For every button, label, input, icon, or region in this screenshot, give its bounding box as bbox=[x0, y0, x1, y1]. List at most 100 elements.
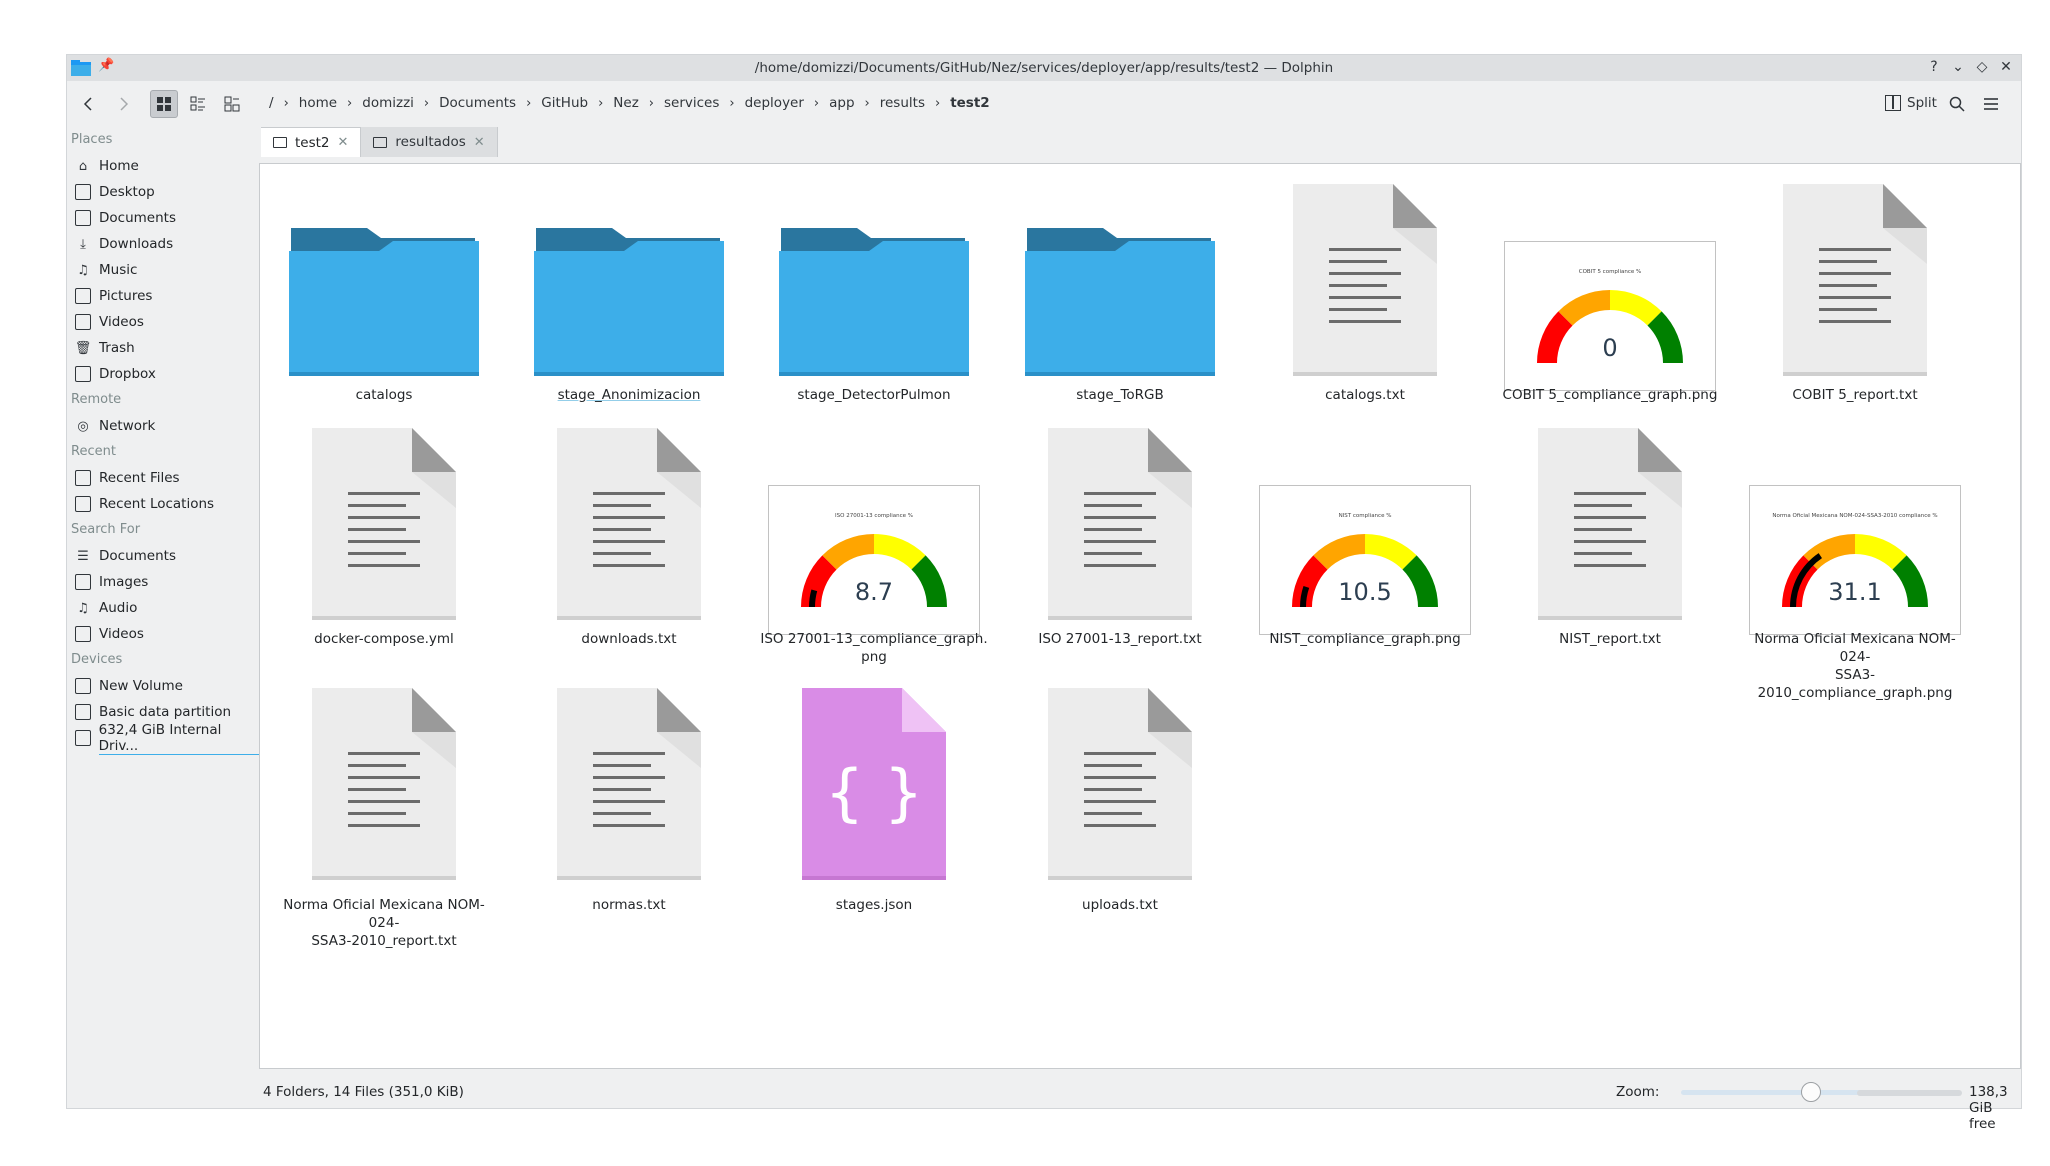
breadcrumb-documents[interactable]: Documents bbox=[433, 95, 522, 111]
tab-label: resultados bbox=[395, 134, 466, 150]
maximize-button[interactable]: ◇ bbox=[1975, 58, 1989, 76]
breadcrumb-app[interactable]: app bbox=[823, 95, 860, 111]
sidebar-item-search-videos[interactable]: Videos bbox=[67, 621, 261, 647]
breadcrumb-root[interactable]: / bbox=[263, 95, 280, 111]
zoom-slider-handle[interactable] bbox=[1801, 1082, 1821, 1102]
breadcrumb-nez[interactable]: Nez bbox=[607, 95, 645, 111]
sidebar-item-recent-locations[interactable]: Recent Locations bbox=[67, 491, 261, 517]
folder-icon bbox=[373, 136, 388, 148]
file-item[interactable]: COBIT 5 compliance % 0 COBIT 5_compliance_… bbox=[1495, 176, 1725, 406]
sidebar-item-recent-files[interactable]: Recent Files bbox=[67, 465, 261, 491]
icons-view-button[interactable] bbox=[150, 90, 178, 118]
file-item[interactable]: catalogs.txt bbox=[1250, 176, 1480, 406]
file-name-line: png bbox=[861, 649, 887, 665]
sidebar-item-new-volume[interactable]: New Volume bbox=[67, 673, 261, 699]
drive-icon bbox=[75, 704, 91, 720]
downloads-icon: ⤓ bbox=[80, 236, 86, 252]
menu-button[interactable] bbox=[1977, 90, 2005, 118]
file-item[interactable]: ISO 27001-13_report.txt bbox=[1005, 420, 1235, 650]
chevron-right-icon: › bbox=[813, 95, 820, 111]
file-item[interactable]: { } stages.json bbox=[759, 680, 989, 913]
file-item[interactable]: NIST_report.txt bbox=[1495, 420, 1725, 650]
chevron-right-icon: › bbox=[648, 95, 654, 111]
sidebar-item-trash[interactable]: 🗑 Trash bbox=[67, 335, 261, 361]
file-item[interactable]: COBIT 5_report.txt bbox=[1740, 176, 1970, 406]
text-file-icon bbox=[1538, 428, 1682, 620]
file-item[interactable]: ISO 27001-13 compliance % 8.7 ISO 27001-13… bbox=[759, 420, 989, 665]
sidebar-item-label: Trash bbox=[99, 340, 135, 356]
close-button[interactable]: ✕ bbox=[1999, 58, 2013, 76]
title-bar[interactable]: 📌 /home/domizzi/Documents/GitHub/Nez/ser… bbox=[67, 55, 2021, 81]
file-item[interactable]: stage_ToRGB bbox=[1005, 176, 1235, 406]
status-summary: 4 Folders, 14 Files (351,0 KiB) bbox=[263, 1084, 464, 1100]
file-item[interactable]: downloads.txt bbox=[514, 420, 744, 650]
documents-icon bbox=[75, 210, 91, 226]
dropbox-icon bbox=[75, 366, 91, 382]
tab-test2[interactable]: test2 ✕ bbox=[261, 127, 362, 157]
sidebar-item-documents[interactable]: Documents bbox=[67, 205, 261, 231]
sidebar-item-search-audio[interactable]: ♫ Audio bbox=[67, 595, 261, 621]
recent-files-icon bbox=[75, 470, 91, 486]
free-space-label: 138,3 GiB free bbox=[1969, 1084, 2008, 1132]
file-name-label: downloads.txt bbox=[581, 631, 677, 647]
sidebar-item-label: Videos bbox=[99, 626, 144, 642]
close-tab-icon[interactable]: ✕ bbox=[338, 135, 349, 150]
file-item[interactable]: Norma Oficial Mexicana NOM-024-SSA3-2010… bbox=[1740, 420, 1970, 701]
breadcrumb-github[interactable]: GitHub bbox=[535, 95, 594, 111]
sidebar-item-network[interactable]: ◎ Network bbox=[67, 413, 261, 439]
chevron-right-icon: › bbox=[283, 95, 289, 111]
sidebar-item-music[interactable]: ♫ Music bbox=[67, 257, 261, 283]
tab-label: test2 bbox=[295, 134, 330, 151]
sidebar-item-desktop[interactable]: Desktop bbox=[67, 179, 261, 205]
file-view[interactable]: catalogs stage_Anonimizacion stage_Detecto… bbox=[259, 163, 2021, 1069]
sidebar-item-videos[interactable]: Videos bbox=[67, 309, 261, 335]
file-item[interactable]: stage_Anonimizacion bbox=[514, 176, 744, 406]
file-item[interactable]: stage_DetectorPulmon bbox=[759, 176, 989, 406]
breadcrumb-test2[interactable]: test2 bbox=[944, 95, 996, 111]
details-view-button[interactable] bbox=[218, 90, 246, 118]
file-name-label: catalogs.txt bbox=[1325, 387, 1405, 403]
file-name-line: Norma Oficial Mexicana NOM-024- bbox=[283, 897, 485, 931]
sidebar-item-label: Pictures bbox=[99, 288, 153, 304]
sidebar-item-label: Dropbox bbox=[99, 366, 156, 382]
search-button[interactable] bbox=[1943, 90, 1971, 118]
file-name-label: stage_Anonimizacion bbox=[557, 387, 701, 403]
split-button[interactable]: Split bbox=[1885, 95, 1937, 111]
file-item[interactable]: NIST compliance % 10.5 NIST_compliance_gra… bbox=[1250, 420, 1480, 650]
breadcrumb-deployer[interactable]: deployer bbox=[739, 95, 810, 111]
compact-view-button[interactable] bbox=[184, 90, 212, 118]
chevron-right-icon: › bbox=[526, 95, 532, 111]
sidebar-item-search-documents[interactable]: ☰ Documents bbox=[67, 543, 261, 569]
videos-icon bbox=[75, 314, 91, 330]
sidebar-item-home[interactable]: ⌂ Home bbox=[67, 153, 261, 179]
search-videos-icon bbox=[75, 626, 91, 642]
minimize-button[interactable]: ⌄ bbox=[1951, 58, 1965, 76]
file-item[interactable]: docker-compose.yml bbox=[269, 420, 499, 650]
sidebar-item-internal-drive[interactable]: 632,4 GiB Internal Driv... bbox=[67, 722, 261, 755]
breadcrumb-home[interactable]: home bbox=[293, 95, 343, 111]
breadcrumb-domizzi[interactable]: domizzi bbox=[356, 95, 420, 111]
file-item[interactable]: normas.txt bbox=[514, 680, 744, 913]
sidebar-item-dropbox[interactable]: Dropbox bbox=[67, 361, 261, 387]
gauge-value: 0 bbox=[1602, 334, 1617, 362]
search-images-icon bbox=[75, 574, 91, 590]
sidebar-item-downloads[interactable]: ⤓ Downloads bbox=[67, 231, 261, 257]
file-item[interactable]: Norma Oficial Mexicana NOM-024-SSA3-2010… bbox=[269, 680, 499, 949]
file-item[interactable]: catalogs bbox=[269, 176, 499, 406]
pictures-icon bbox=[75, 288, 91, 304]
status-bar: 4 Folders, 14 Files (351,0 KiB) Zoom: 13… bbox=[261, 1077, 2023, 1132]
sidebar-item-search-images[interactable]: Images bbox=[67, 569, 261, 595]
breadcrumb-services[interactable]: services bbox=[658, 95, 725, 111]
free-space-bar bbox=[1857, 1090, 1962, 1096]
sidebar-item-pictures[interactable]: Pictures bbox=[67, 283, 261, 309]
forward-button[interactable] bbox=[109, 90, 137, 118]
back-button[interactable] bbox=[75, 90, 103, 118]
tab-resultados[interactable]: resultados ✕ bbox=[361, 127, 498, 157]
folder-icon bbox=[1025, 206, 1215, 376]
file-name-label: stage_ToRGB bbox=[1076, 387, 1164, 403]
breadcrumb-results[interactable]: results bbox=[874, 95, 931, 111]
close-tab-icon[interactable]: ✕ bbox=[474, 135, 485, 150]
help-button[interactable]: ? bbox=[1927, 58, 1941, 76]
file-item[interactable]: uploads.txt bbox=[1005, 680, 1235, 913]
sidebar-item-label: 632,4 GiB Internal Driv... bbox=[98, 722, 261, 755]
